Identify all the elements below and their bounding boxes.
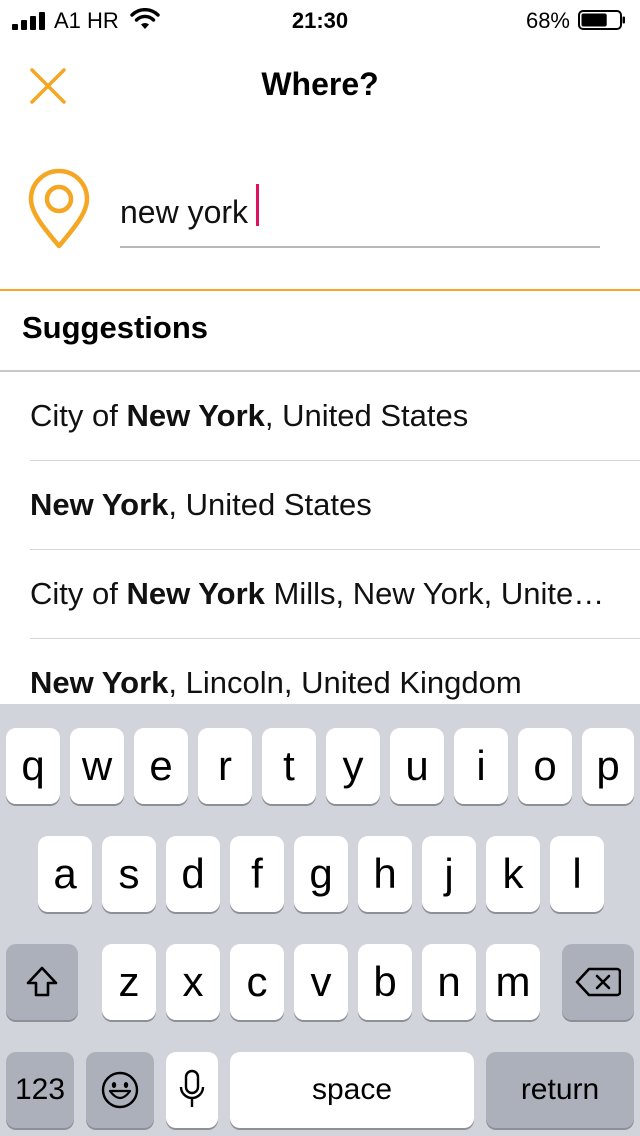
suggestion-item[interactable]: New York, United States xyxy=(30,461,640,550)
key-c[interactable]: c xyxy=(230,944,284,1020)
emoji-key[interactable] xyxy=(86,1052,154,1128)
space-key[interactable]: space xyxy=(230,1052,474,1128)
key-j[interactable]: j xyxy=(422,836,476,912)
key-w[interactable]: w xyxy=(70,728,124,804)
key-h[interactable]: h xyxy=(358,836,412,912)
suggestion-item[interactable]: City of New York, United States xyxy=(30,372,640,461)
key-m[interactable]: m xyxy=(486,944,540,1020)
location-search-input[interactable] xyxy=(120,178,600,248)
key-q[interactable]: q xyxy=(6,728,60,804)
key-b[interactable]: b xyxy=(358,944,412,1020)
suggestions-heading: Suggestions xyxy=(22,310,209,345)
key-y[interactable]: y xyxy=(326,728,380,804)
return-key[interactable]: return xyxy=(486,1052,634,1128)
key-r[interactable]: r xyxy=(198,728,252,804)
key-z[interactable]: z xyxy=(102,944,156,1020)
page-title: Where? xyxy=(261,66,379,102)
suggestion-text-suffix: , United States xyxy=(264,398,469,433)
on-screen-keyboard: q w e r t y u i o p a s d f g h j k l z … xyxy=(0,704,640,1136)
suggestion-text-prefix: City of xyxy=(30,576,127,611)
header: Where? xyxy=(0,48,640,120)
key-i[interactable]: i xyxy=(454,728,508,804)
dictation-key[interactable] xyxy=(166,1052,218,1128)
shift-key[interactable] xyxy=(6,944,78,1020)
key-t[interactable]: t xyxy=(262,728,316,804)
key-p[interactable]: p xyxy=(582,728,634,804)
key-l[interactable]: l xyxy=(550,836,604,912)
suggestion-text-prefix: City of xyxy=(30,398,127,433)
key-g[interactable]: g xyxy=(294,836,348,912)
battery-percent: 68% xyxy=(525,8,570,33)
key-k[interactable]: k xyxy=(486,836,540,912)
suggestion-text-suffix: , Lincoln, United Kingdom xyxy=(168,665,522,700)
suggestion-text-match: New York xyxy=(30,665,169,700)
suggestion-text-match: New York xyxy=(126,398,265,433)
key-o[interactable]: o xyxy=(518,728,572,804)
key-x[interactable]: x xyxy=(166,944,220,1020)
backspace-key[interactable] xyxy=(562,944,634,1020)
key-s[interactable]: s xyxy=(102,836,156,912)
location-search-row xyxy=(0,160,640,260)
suggestion-text-suffix: Mills, New York, United States xyxy=(273,576,640,611)
key-a[interactable]: a xyxy=(38,836,92,912)
key-f[interactable]: f xyxy=(230,836,284,912)
suggestion-text-match: New York xyxy=(30,487,169,522)
map-pin-icon xyxy=(28,168,90,249)
key-n[interactable]: n xyxy=(422,944,476,1020)
battery-icon xyxy=(578,10,625,30)
emoji-icon xyxy=(101,1071,139,1109)
suggestion-text-suffix: , United States xyxy=(168,487,372,522)
shift-icon xyxy=(26,966,58,997)
numbers-key[interactable]: 123 xyxy=(6,1052,74,1128)
suggestion-item[interactable]: City of New York Mills, New York, United… xyxy=(30,550,640,639)
suggestion-list: City of New York, United States New York… xyxy=(30,372,640,728)
key-u[interactable]: u xyxy=(390,728,444,804)
status-bar: A1 HR 21:30 68% xyxy=(0,0,640,40)
key-v[interactable]: v xyxy=(294,944,348,1020)
where-screen: A1 HR 21:30 68% Where? Suggestions xyxy=(0,0,640,1136)
suggestion-text-match: New York xyxy=(126,576,265,611)
key-d[interactable]: d xyxy=(166,836,220,912)
accent-divider xyxy=(0,289,640,291)
text-cursor xyxy=(256,184,259,226)
backspace-icon xyxy=(575,967,621,997)
key-e[interactable]: e xyxy=(134,728,188,804)
microphone-icon xyxy=(179,1069,205,1107)
